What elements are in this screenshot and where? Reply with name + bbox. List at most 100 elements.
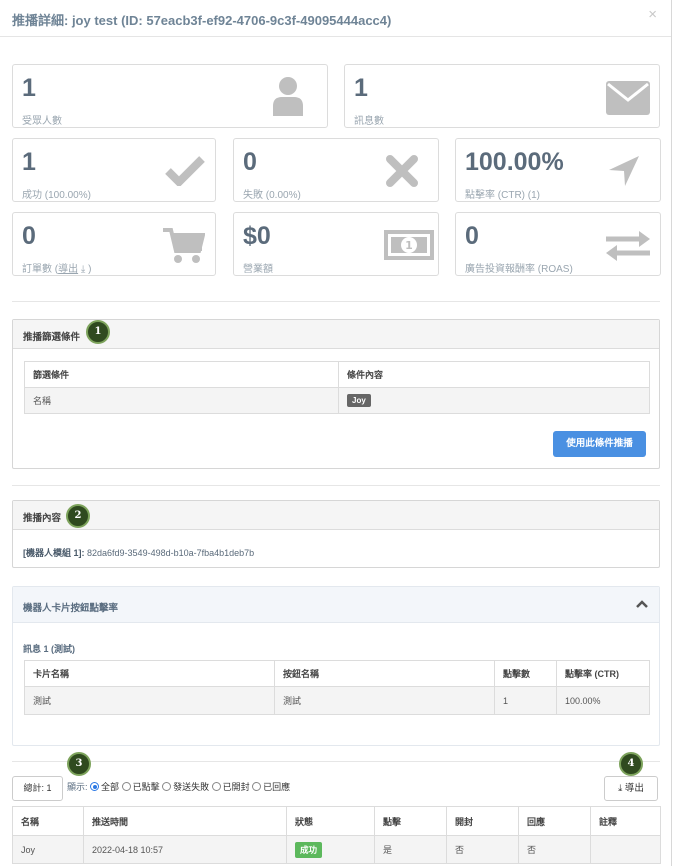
- module-id: 82da6fd9-3549-498d-b10a-7fba4b1deb7b: [87, 548, 255, 558]
- radio-failed-label[interactable]: 發送失敗: [173, 782, 209, 792]
- stat-failed: 0 失敗 (0.00%): [233, 138, 439, 202]
- radio-failed[interactable]: [162, 782, 172, 791]
- stat-audience-value: 1: [22, 74, 36, 102]
- modal-header: 推播詳細: joy test (ID: 57eacb3f-ef92-4706-9…: [0, 0, 671, 37]
- content-module-line: [機器人模組 1]: 82da6fd9-3549-498d-b10a-7fba4…: [23, 546, 254, 559]
- ctr-card-cell: 測試: [24, 686, 275, 715]
- stat-revenue-value: $0: [243, 222, 271, 250]
- stat-messages: 1 訊息數: [344, 64, 660, 128]
- result-open-cell: 否: [446, 835, 519, 864]
- divider: [12, 301, 660, 302]
- ctr-message-title: 訊息 1 (測試): [23, 644, 76, 654]
- list-filter-group: 顯示: 全部 已點擊 發送失敗 已開封 已回應: [67, 780, 290, 793]
- stat-revenue-label: 營業額: [243, 264, 273, 275]
- ctr-button-cell: 測試: [274, 686, 495, 715]
- result-status-cell: 成功: [286, 835, 375, 864]
- stat-orders-label-prefix: 訂單數 (: [22, 264, 59, 275]
- stat-audience: 1 受眾人數: [12, 64, 328, 128]
- download-icon[interactable]: ⤓: [78, 264, 88, 275]
- result-header-status: 狀態: [286, 806, 375, 836]
- result-name-cell: Joy: [12, 835, 84, 864]
- result-header-time: 推送時間: [83, 806, 287, 836]
- filter-header-condition: 篩選條件: [24, 361, 339, 388]
- export-button-label: 導出: [624, 783, 644, 794]
- ctr-panel-header[interactable]: 機器人卡片按鈕點擊率: [13, 587, 659, 623]
- result-header-click: 點擊: [374, 806, 447, 836]
- ctr-rate-cell: 100.00%: [556, 686, 650, 715]
- stat-success-label: 成功 (100.00%): [22, 190, 91, 201]
- stat-orders: 0 訂單數 (導出 ⤓ ): [12, 212, 216, 276]
- content-panel-header: 推播內容: [13, 501, 659, 530]
- close-icon[interactable]: ×: [648, 6, 657, 23]
- radio-clicked[interactable]: [121, 782, 131, 791]
- radio-clicked-label[interactable]: 已點擊: [133, 782, 160, 792]
- cart-icon: [163, 228, 205, 263]
- stat-ctr: 100.00% 點擊率 (CTR) (1): [455, 138, 661, 202]
- result-click-cell: 是: [374, 835, 447, 864]
- filter-table: 篩選條件 條件內容 名稱 Joy: [24, 361, 650, 414]
- stat-messages-value: 1: [354, 74, 368, 102]
- total-count-button[interactable]: 總計: 1: [12, 776, 63, 801]
- radio-all[interactable]: [90, 782, 100, 791]
- radio-replied-label[interactable]: 已回應: [263, 782, 290, 792]
- stat-audience-label: 受眾人數: [22, 116, 62, 127]
- stat-failed-label: 失敗 (0.00%): [243, 190, 301, 201]
- user-icon: [273, 77, 303, 116]
- svg-text:1: 1: [405, 239, 413, 252]
- filter-content-cell: Joy: [338, 387, 650, 414]
- status-badge: 成功: [295, 841, 323, 858]
- divider: [12, 485, 660, 486]
- radio-replied[interactable]: [252, 782, 262, 791]
- annotation-badge-3: 3: [67, 752, 91, 776]
- filter-header-content: 條件內容: [338, 361, 650, 388]
- ctr-table-wrap: 卡片名稱 按鈕名稱 點擊數 點擊率 (CTR) 測試 測試 1 100.00%: [24, 660, 650, 715]
- stat-failed-value: 0: [243, 148, 257, 176]
- x-icon: [386, 155, 418, 187]
- filter-panel-header: 推播篩選條件: [13, 320, 659, 349]
- stat-orders-value: 0: [22, 222, 36, 250]
- stat-success-value: 1: [22, 148, 36, 176]
- table-row: 名稱 Joy: [24, 387, 650, 414]
- result-time-cell: 2022-04-18 10:57: [83, 835, 287, 864]
- filter-table-wrap: 篩選條件 條件內容 名稱 Joy: [24, 361, 650, 414]
- radio-opened[interactable]: [211, 782, 221, 791]
- result-table: 名稱 推送時間 狀態 點擊 開封 回應 註釋 Joy 2022-04-18 10…: [12, 806, 661, 864]
- annotation-badge-2: 2: [66, 504, 90, 528]
- annotation-badge-1: 1: [86, 320, 110, 344]
- chevron-up-icon[interactable]: [635, 599, 649, 609]
- result-note-cell: [590, 835, 661, 864]
- module-label: [機器人模組 1]:: [23, 548, 85, 558]
- use-filter-button[interactable]: 使用此條件推播: [553, 431, 646, 457]
- divider: [12, 761, 660, 762]
- money-icon: 1: [384, 230, 434, 260]
- check-icon: [165, 156, 205, 186]
- stat-roas: 0 廣告投資報酬率 (ROAS): [455, 212, 661, 276]
- ctr-table: 卡片名稱 按鈕名稱 點擊數 點擊率 (CTR) 測試 測試 1 100.00%: [24, 660, 650, 715]
- stat-revenue: $0 營業額 1: [233, 212, 439, 276]
- stat-ctr-value: 100.00%: [465, 148, 564, 176]
- content-panel: 推播內容 [機器人模組 1]: 82da6fd9-3549-498d-b10a-…: [12, 500, 660, 568]
- table-row: 測試 測試 1 100.00%: [24, 686, 650, 715]
- filter-panel-title: 推播篩選條件: [23, 332, 81, 343]
- envelope-icon: [606, 81, 650, 115]
- export-button[interactable]: ⤓ 導出: [604, 776, 658, 801]
- orders-export-link[interactable]: 導出: [58, 264, 78, 275]
- stat-orders-label: 訂單數 (導出 ⤓ ): [22, 260, 91, 275]
- download-icon: ⤓: [618, 783, 623, 794]
- result-header-open: 開封: [446, 806, 519, 836]
- result-table-wrap: 名稱 推送時間 狀態 點擊 開封 回應 註釋 Joy 2022-04-18 10…: [12, 806, 661, 864]
- result-header-reply: 回應: [518, 806, 591, 836]
- stat-ctr-label: 點擊率 (CTR) (1): [465, 190, 540, 201]
- ctr-panel: 機器人卡片按鈕點擊率 訊息 1 (測試) 卡片名稱 按鈕名稱 點擊數 點擊率 (…: [12, 586, 660, 746]
- ctr-header-card: 卡片名稱: [24, 660, 275, 687]
- push-detail-modal: 推播詳細: joy test (ID: 57eacb3f-ef92-4706-9…: [0, 0, 672, 866]
- stat-messages-label: 訊息數: [354, 116, 384, 127]
- table-row: Joy 2022-04-18 10:57 成功 是 否 否: [12, 835, 661, 864]
- ctr-header-clicks: 點擊數: [494, 660, 557, 687]
- radio-all-label[interactable]: 全部: [101, 782, 119, 792]
- radio-opened-label[interactable]: 已開封: [223, 782, 250, 792]
- modal-title: 推播詳細: joy test (ID: 57eacb3f-ef92-4706-9…: [12, 13, 392, 28]
- ctr-header-button: 按鈕名稱: [274, 660, 495, 687]
- stat-roas-value: 0: [465, 222, 479, 250]
- ctr-clicks-cell: 1: [494, 686, 557, 715]
